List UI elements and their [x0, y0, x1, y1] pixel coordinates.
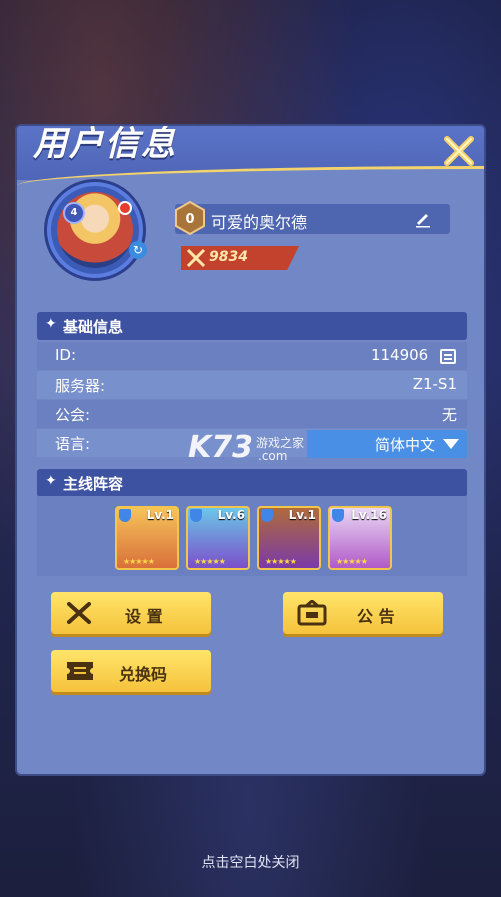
id-value-wrap: 114906 — [371, 346, 457, 365]
watermark-logo: K73 — [188, 430, 253, 465]
close-button[interactable] — [438, 130, 480, 172]
sparkle-icon: ✦ — [45, 473, 57, 489]
lineup-title: 主线阵容 — [63, 475, 124, 493]
dropdown-arrow-icon — [443, 439, 459, 449]
hero-stars: ★★★★★ — [336, 557, 368, 566]
shield-icon — [332, 509, 344, 522]
player-name-box: 0 可爱的奥尔德 — [175, 200, 450, 236]
shield-icon — [119, 509, 131, 522]
ticket-icon — [67, 662, 93, 680]
avatar[interactable]: 4 — [47, 182, 143, 278]
crossed-swords-icon — [186, 248, 206, 268]
watermark-domain: .com — [258, 449, 288, 463]
server-row: 服务器: Z1-S1 — [37, 371, 467, 399]
id-value: 114906 — [370, 346, 429, 364]
guild-row: 公会: 无 — [37, 400, 467, 428]
tools-icon — [67, 602, 91, 624]
sparkle-icon: ✦ — [45, 316, 57, 332]
language-label: 语言: — [55, 435, 91, 453]
close-icon — [444, 136, 474, 166]
panel-title: 用户信息 — [33, 124, 177, 164]
edit-name-icon[interactable] — [414, 210, 432, 228]
settings-label: 设 置 — [125, 607, 163, 626]
hero-level: Lv.16 — [351, 508, 387, 522]
hero-card[interactable]: Lv.16 ★★★★★ — [328, 506, 392, 570]
rank-icon: 0 — [175, 200, 205, 236]
language-select[interactable]: 简体中文 — [307, 430, 467, 458]
power-badge: 9834 — [181, 246, 299, 270]
hero-stars: ★★★★★ — [194, 557, 226, 566]
notice-button[interactable]: 公 告 — [283, 592, 443, 634]
mailbox-icon — [297, 600, 327, 626]
guild-label: 公会: — [55, 406, 91, 424]
rank-value: 0 — [185, 212, 194, 227]
hero-card[interactable]: Lv.6 ★★★★★ — [186, 506, 250, 570]
basic-info-header: ✦ 基础信息 — [37, 312, 467, 340]
copy-icon[interactable] — [439, 347, 457, 365]
hero-stars: ★★★★★ — [123, 557, 155, 566]
player-name: 可爱的奥尔德 — [211, 213, 308, 232]
basic-info-title: 基础信息 — [63, 318, 124, 336]
close-hint[interactable]: 点击空白处关闭 — [0, 852, 501, 872]
hero-level: Lv.1 — [146, 508, 174, 522]
server-label: 服务器: — [55, 377, 106, 395]
power-value: 9834 — [209, 249, 248, 265]
id-label: ID: — [55, 346, 77, 364]
shield-icon — [261, 509, 273, 522]
hero-level: Lv.6 — [217, 508, 245, 522]
shield-icon — [190, 509, 202, 522]
hero-card[interactable]: Lv.1 ★★★★★ — [115, 506, 179, 570]
server-value: Z1-S1 — [412, 375, 457, 393]
redeem-code-label: 兑换码 — [119, 665, 168, 684]
lineup-header: ✦ 主线阵容 — [37, 469, 467, 497]
hero-level: Lv.1 — [288, 508, 316, 522]
guild-value: 无 — [441, 406, 457, 424]
id-row: ID: 114906 — [37, 342, 467, 370]
notice-label: 公 告 — [357, 607, 395, 626]
lineup-list: Lv.1 ★★★★★ Lv.6 ★★★★★ Lv.1 ★★★★★ Lv.16 ★… — [37, 496, 467, 576]
avatar-level-badge: 4 — [63, 202, 85, 224]
redeem-code-button[interactable]: 兑换码 — [51, 650, 211, 692]
change-avatar-icon[interactable]: ↻ — [129, 241, 147, 259]
hero-card[interactable]: Lv.1 ★★★★★ — [257, 506, 321, 570]
hero-stars: ★★★★★ — [265, 557, 297, 566]
settings-button[interactable]: 设 置 — [51, 592, 211, 634]
notification-dot — [118, 201, 132, 215]
language-value: 简体中文 — [375, 436, 436, 454]
